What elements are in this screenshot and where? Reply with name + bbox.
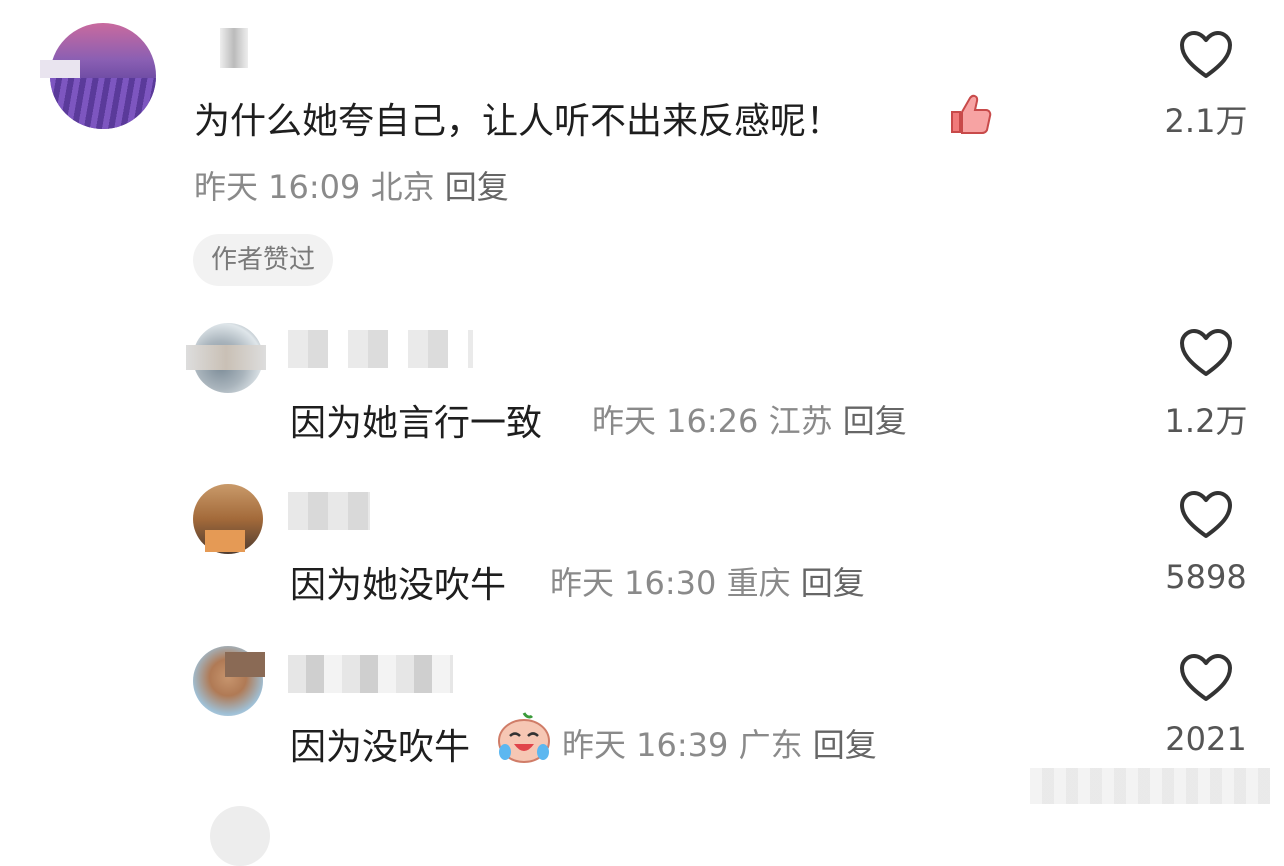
username-mosaic[interactable] xyxy=(288,492,370,530)
heart-icon[interactable] xyxy=(1179,490,1233,540)
like-count: 1.2万 xyxy=(1164,402,1248,440)
watermark xyxy=(1030,768,1270,804)
like-count: 5898 xyxy=(1165,558,1247,596)
author-liked-badge: 作者赞过 xyxy=(193,234,334,286)
like-count: 2.1万 xyxy=(1164,102,1248,140)
avatar-mosaic xyxy=(205,530,245,552)
reply-button[interactable]: 回复 xyxy=(813,726,877,764)
username-mosaic[interactable] xyxy=(220,28,248,68)
reply-button[interactable]: 回复 xyxy=(843,402,907,440)
avatar-mosaic xyxy=(186,345,266,370)
comment-meta: 昨天 16:30 重庆 回复 xyxy=(550,564,865,602)
comment-text: 为什么她夸自己，让人听不出来反感呢！ xyxy=(194,101,843,142)
avatar-mosaic xyxy=(40,60,80,78)
comment-text: 因为她没吹牛 xyxy=(290,565,507,606)
username-mosaic[interactable] xyxy=(288,655,453,693)
comment-meta: 昨天 16:09 北京 回复 xyxy=(194,168,509,206)
heart-icon[interactable] xyxy=(1179,328,1233,378)
heart-icon[interactable] xyxy=(1179,653,1233,703)
heart-icon[interactable] xyxy=(1179,30,1233,80)
thumbs-up-icon xyxy=(951,94,992,134)
comment-text: 因为她言行一致 xyxy=(290,403,543,444)
comment-meta: 昨天 16:39 广东 回复 xyxy=(562,726,877,764)
comment-meta: 昨天 16:26 江苏 回复 xyxy=(592,402,907,440)
like-count: 2021 xyxy=(1165,720,1247,758)
comment-text: 因为没吹牛 xyxy=(290,727,471,768)
username-mosaic[interactable] xyxy=(288,330,473,368)
avatar[interactable] xyxy=(210,806,270,866)
reply-button[interactable]: 回复 xyxy=(445,168,509,206)
reply-button[interactable]: 回复 xyxy=(801,564,865,602)
avatar-mosaic xyxy=(225,652,265,677)
crying-laughing-face-icon xyxy=(498,712,550,763)
